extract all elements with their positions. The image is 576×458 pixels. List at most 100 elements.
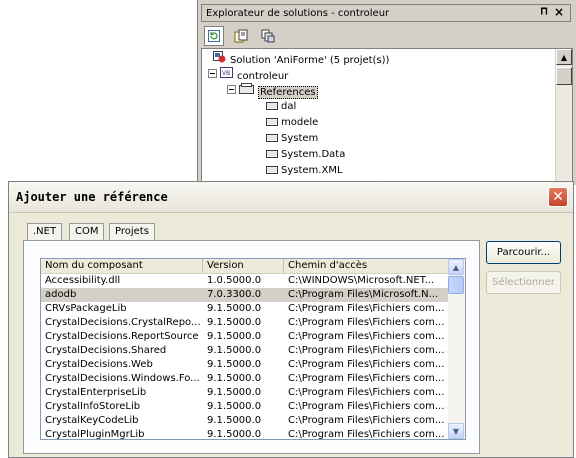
properties-icon[interactable] (231, 26, 251, 46)
cell-path: C:\Program Files\Fichiers com... (288, 345, 445, 356)
show-all-files-icon[interactable] (258, 26, 278, 46)
tree-solution-node[interactable]: Solution 'AniForme' (5 projet(s)) (213, 51, 389, 67)
table-row[interactable]: adodb 7.0.3300.0 C:\Program Files\Microsof… (41, 288, 449, 302)
cell-version: 9.1.5000.0 (207, 317, 262, 328)
close-icon[interactable]: ✕ (548, 187, 568, 207)
column-header-path[interactable]: Chemin d'accès (284, 259, 449, 274)
cell-path: C:\Program Files\Microsoft.N... (288, 289, 439, 300)
cell-path: C:\Program Files\Fichiers com... (288, 387, 445, 398)
reference-icon (266, 134, 278, 142)
cell-path: C:\Program Files\Fichiers com... (288, 401, 445, 412)
table-row[interactable]: CrystalPluginMgrLib 9.1.5000.0 C:\Program … (41, 428, 449, 440)
cell-version: 1.0.5000.0 (207, 275, 262, 286)
cell-path: C:\Program Files\Fichiers com... (288, 317, 445, 328)
list-scrollbar[interactable]: ▲ ▼ (448, 259, 465, 439)
cell-version: 9.1.5000.0 (207, 401, 262, 412)
tab-com[interactable]: COM (69, 223, 105, 241)
scroll-down-icon[interactable]: ▼ (448, 423, 464, 439)
cell-name: CrystalInfoStoreLib (45, 401, 141, 412)
cell-name: CrystalDecisions.CrystalRepo... (45, 317, 201, 328)
tree-reference-item[interactable]: System (266, 131, 318, 147)
select-button[interactable]: Sélectionner (486, 271, 561, 294)
dialog-title: Ajouter une référence (16, 190, 168, 204)
list-header: Nom du composant Version Chemin d'accès (41, 259, 449, 274)
scroll-up-icon[interactable]: ▲ (556, 49, 572, 65)
table-row[interactable]: CrystalDecisions.ReportSource 9.1.5000.0 C… (41, 330, 449, 344)
tree-reference-item[interactable]: modele (266, 115, 318, 131)
references-folder-icon (239, 83, 255, 101)
cell-path: C:\Program Files\Fichiers com... (288, 373, 445, 384)
cell-name: CRVsPackageLib (45, 303, 127, 314)
explorer-toolbar (204, 26, 564, 48)
solution-tree: Solution 'AniForme' (5 projet(s)) VB con… (201, 48, 573, 185)
tab-projets[interactable]: Projets (109, 223, 155, 241)
cell-version: 9.1.5000.0 (207, 359, 262, 370)
table-row[interactable]: CRVsPackageLib 9.1.5000.0 C:\Program Files… (41, 302, 449, 316)
table-row[interactable]: CrystalDecisions.Shared 9.1.5000.0 C:\Prog… (41, 344, 449, 358)
cell-path: C:\Program Files\Fichiers com... (288, 415, 445, 426)
cell-name: CrystalKeyCodeLib (45, 415, 139, 426)
table-row[interactable]: CrystalEnterpriseLib 9.1.5000.0 C:\Program… (41, 386, 449, 400)
scroll-up-icon[interactable]: ▲ (448, 259, 464, 275)
cell-name: Accessibility.dll (45, 275, 121, 286)
cell-name: adodb (45, 289, 77, 300)
reference-icon (266, 150, 278, 158)
list-rows: Accessibility.dll 1.0.5000.0 C:\WINDOWS\Mi… (41, 274, 449, 440)
cell-version: 9.1.5000.0 (207, 303, 262, 314)
cell-version: 9.1.5000.0 (207, 415, 262, 426)
cell-version: 9.1.5000.0 (207, 345, 262, 356)
table-row[interactable]: CrystalDecisions.CrystalRepo... 9.1.5000.… (41, 316, 449, 330)
table-row[interactable]: CrystalKeyCodeLib 9.1.5000.0 C:\Program Fi… (41, 414, 449, 428)
cell-version: 9.1.5000.0 (207, 429, 262, 440)
cell-version: 9.1.5000.0 (207, 373, 262, 384)
cell-name: CrystalDecisions.Windows.Fo... (45, 373, 200, 384)
cell-name: CrystalPluginMgrLib (45, 429, 145, 440)
component-list[interactable]: Nom du composant Version Chemin d'accès … (40, 258, 466, 440)
solution-explorer-panel: Explorateur de solutions - controleur 𝚷 … (197, 0, 576, 185)
tree-reference-item[interactable]: System.Data (266, 147, 345, 163)
cell-name: CrystalEnterpriseLib (45, 387, 147, 398)
close-icon[interactable]: × (554, 5, 564, 19)
collapse-icon[interactable] (227, 84, 236, 100)
cell-path: C:\Program Files\Fichiers com... (288, 303, 445, 314)
dialog-title-bar: Ajouter une référence ✕ (9, 182, 573, 213)
cell-version: 9.1.5000.0 (207, 387, 262, 398)
add-reference-dialog: Ajouter une référence ✕ .NET COM Projets… (8, 181, 574, 458)
svg-text:VB: VB (222, 70, 230, 77)
reference-icon (266, 118, 278, 126)
cell-name: CrystalDecisions.Web (45, 359, 153, 370)
table-row[interactable]: Accessibility.dll 1.0.5000.0 C:\WINDOWS\Mi… (41, 274, 449, 288)
tab-net[interactable]: .NET (27, 223, 63, 241)
cell-version: 7.0.3300.0 (207, 289, 262, 300)
table-row[interactable]: CrystalDecisions.Windows.Fo... 9.1.5000.0… (41, 372, 449, 386)
cell-path: C:\Program Files\Fichiers com... (288, 331, 445, 342)
tree-reference-item[interactable]: System.XML (266, 163, 343, 179)
tree-project-node[interactable]: VB controleur (208, 67, 288, 83)
references-label: References (258, 86, 318, 99)
explorer-title: Explorateur de solutions - controleur (206, 8, 390, 19)
cell-name: CrystalDecisions.ReportSource (45, 331, 199, 342)
tree-reference-item[interactable]: dal (266, 99, 296, 115)
tree-references-node[interactable]: References (227, 83, 318, 99)
cell-path: C:\Program Files\Fichiers com... (288, 429, 445, 440)
reference-icon (266, 166, 278, 174)
refresh-icon[interactable] (204, 26, 224, 46)
browse-button[interactable]: Parcourir... (486, 241, 561, 264)
pin-icon[interactable]: 𝚷 (540, 7, 548, 18)
tab-panel: Nom du composant Version Chemin d'accès … (23, 240, 480, 454)
scroll-thumb[interactable] (448, 276, 464, 294)
table-row[interactable]: CrystalInfoStoreLib 9.1.5000.0 C:\Program … (41, 400, 449, 414)
cell-path: C:\WINDOWS\Microsoft.NET... (288, 275, 435, 286)
column-header-name[interactable]: Nom du composant (41, 259, 203, 274)
reference-icon (266, 102, 278, 110)
project-label: controleur (237, 71, 289, 82)
explorer-title-bar: Explorateur de solutions - controleur 𝚷 … (201, 4, 571, 22)
cell-name: CrystalDecisions.Shared (45, 345, 167, 356)
table-row[interactable]: CrystalDecisions.Web 9.1.5000.0 C:\Program… (41, 358, 449, 372)
solution-label: Solution 'AniForme' (5 projet(s)) (230, 55, 390, 66)
cell-path: C:\Program Files\Fichiers com... (288, 359, 445, 370)
column-header-version[interactable]: Version (203, 259, 284, 274)
collapse-icon[interactable] (208, 68, 217, 84)
tree-scrollbar[interactable]: ▲ (555, 49, 572, 184)
scroll-thumb[interactable] (556, 67, 572, 85)
